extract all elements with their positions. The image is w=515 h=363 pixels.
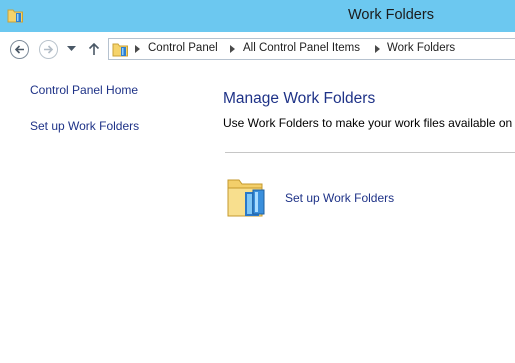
set-up-work-folders-link[interactable]: Set up Work Folders bbox=[285, 191, 394, 205]
page-title: Manage Work Folders bbox=[223, 90, 376, 107]
breadcrumb-work-folders[interactable]: Work Folders bbox=[387, 42, 455, 54]
chevron-right-icon[interactable] bbox=[375, 45, 380, 53]
sidebar-item-set-up-work-folders[interactable]: Set up Work Folders bbox=[30, 119, 139, 133]
page-description: Use Work Folders to make your work files… bbox=[223, 116, 515, 130]
breadcrumb-control-panel[interactable]: Control Panel bbox=[148, 42, 218, 54]
sidebar-item-control-panel-home[interactable]: Control Panel Home bbox=[30, 83, 138, 97]
chevron-down-icon[interactable] bbox=[67, 46, 76, 52]
work-folders-icon bbox=[112, 43, 128, 57]
address-bar[interactable]: Control Panel All Control Panel Items Wo… bbox=[108, 38, 515, 60]
chevron-right-icon[interactable] bbox=[230, 45, 235, 53]
divider bbox=[225, 152, 515, 153]
back-arrow-icon bbox=[14, 45, 24, 54]
work-folders-icon[interactable] bbox=[226, 172, 270, 220]
forward-arrow-icon bbox=[44, 45, 54, 54]
chevron-right-icon[interactable] bbox=[135, 45, 140, 53]
up-arrow-icon[interactable] bbox=[88, 42, 100, 56]
forward-button[interactable] bbox=[39, 40, 58, 59]
work-folders-icon bbox=[7, 9, 23, 23]
title-bar: Work Folders bbox=[0, 0, 515, 32]
breadcrumb-all-items[interactable]: All Control Panel Items bbox=[243, 42, 360, 54]
window-title: Work Folders bbox=[348, 7, 434, 23]
back-button[interactable] bbox=[10, 40, 29, 59]
navigation-bar: Control Panel All Control Panel Items Wo… bbox=[0, 32, 515, 66]
